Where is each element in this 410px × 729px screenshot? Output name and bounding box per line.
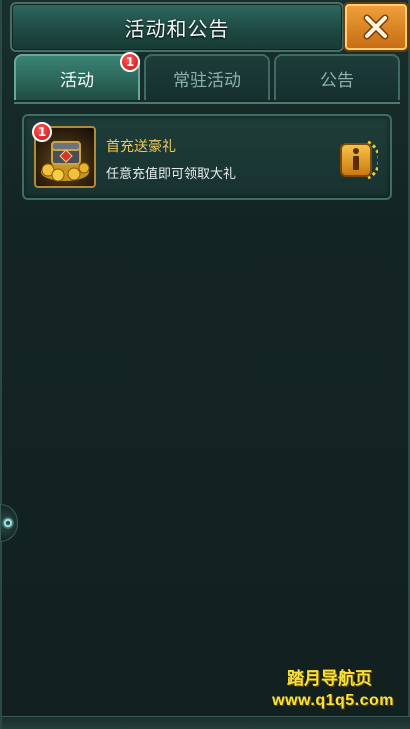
watermark-line-2: www.q1q5.com — [272, 692, 394, 709]
tab-announcements[interactable]: 公告 — [274, 54, 400, 100]
notification-badge: 1 — [32, 122, 52, 142]
tab-permanent-activities[interactable]: 常驻活动 — [144, 54, 270, 100]
tab-label: 活动 — [60, 70, 94, 91]
event-subtitle: 任意充值即可领取大礼 — [106, 167, 237, 182]
bottom-trim — [2, 716, 410, 729]
event-card[interactable]: 1 首充送豪礼 任意充值即可领取大礼 — [22, 114, 392, 200]
activity-list-panel: 1 首充送豪礼 任意充值即可领取大礼 — [14, 102, 400, 704]
watermark-line-1: 踏月导航页 — [287, 669, 372, 688]
close-icon — [363, 14, 389, 40]
tab-label: 公告 — [320, 70, 354, 91]
info-button[interactable] — [338, 138, 381, 182]
tab-activities[interactable]: 活动 1 — [14, 52, 140, 100]
gear-icon — [2, 517, 14, 529]
tab-label: 常驻活动 — [173, 70, 241, 91]
notification-badge: 1 — [120, 52, 140, 72]
window-frame: 活动和公告 活动 1 常驻活动 公告 1 首充送豪礼 任意充值即可领取大礼 踏月… — [0, 0, 410, 729]
window-title: 活动和公告 — [124, 16, 230, 41]
info-icon — [340, 140, 381, 180]
tab-bar: 活动 1 常驻活动 公告 — [14, 52, 400, 102]
event-title: 首充送豪礼 — [106, 139, 176, 155]
title-bar: 活动和公告 — [10, 2, 344, 52]
watermark: 踏月导航页 www.q1q5.com — [272, 668, 394, 712]
close-button[interactable] — [343, 2, 409, 52]
